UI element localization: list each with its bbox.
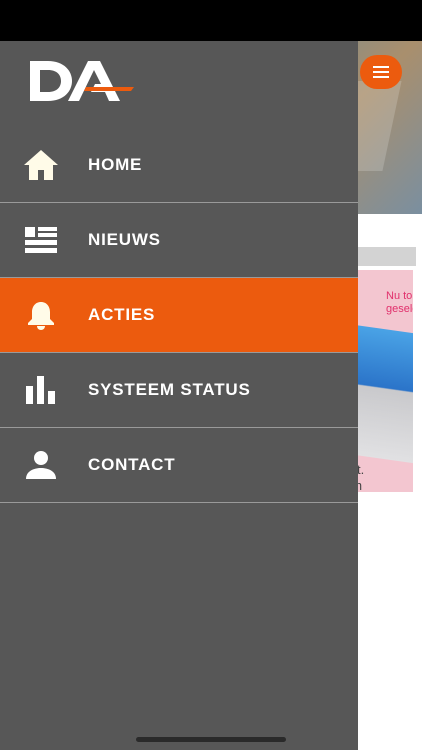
promo-image[interactable]: Nu to gesele xyxy=(356,270,413,492)
menu-item-label: HOME xyxy=(88,155,143,174)
bell-icon xyxy=(23,297,59,333)
bar-chart-icon xyxy=(23,372,59,408)
menu-item-label: CONTACT xyxy=(88,455,176,474)
status-bar xyxy=(0,0,422,41)
hamburger-icon xyxy=(373,66,389,78)
home-indicator xyxy=(136,737,286,742)
menu-item-contact[interactable]: CONTACT xyxy=(0,428,358,503)
navigation-drawer: HOME NIEUWS ACTIES SYSTEEM STATUS CONTAC… xyxy=(0,41,358,750)
da-logo xyxy=(30,61,134,101)
menu-item-nieuws[interactable]: NIEUWS xyxy=(0,203,358,278)
section-header-bar xyxy=(356,247,416,266)
news-icon xyxy=(23,222,59,258)
menu-item-systeem-status[interactable]: SYSTEEM STATUS xyxy=(0,353,358,428)
menu-item-acties[interactable]: ACTIES xyxy=(0,278,358,353)
drawer-menu: HOME NIEUWS ACTIES SYSTEEM STATUS CONTAC… xyxy=(0,128,358,503)
promo-text: Nu to gesele xyxy=(386,290,413,315)
laptop-illustration xyxy=(356,325,413,465)
home-icon xyxy=(23,147,59,183)
menu-item-label: ACTIES xyxy=(88,305,156,324)
menu-item-label: SYSTEEM STATUS xyxy=(88,380,251,399)
menu-toggle-button[interactable] xyxy=(360,55,402,89)
menu-item-home[interactable]: HOME xyxy=(0,128,358,203)
menu-item-label: NIEUWS xyxy=(88,230,161,249)
person-icon xyxy=(23,447,59,483)
